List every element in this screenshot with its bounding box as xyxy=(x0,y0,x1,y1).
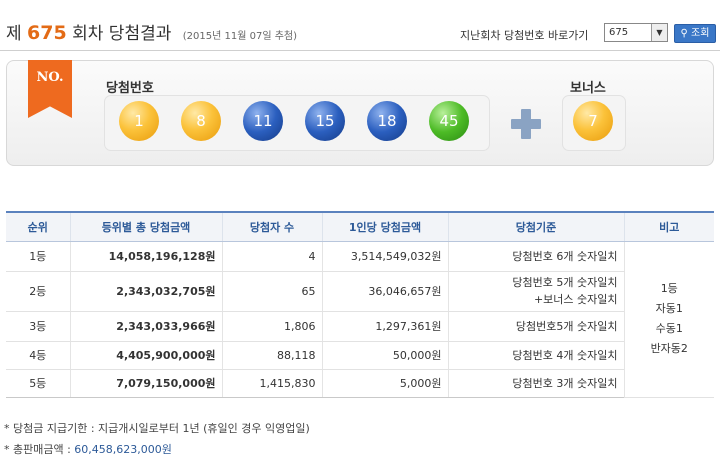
criteria-cell: 당첨번호 4개 숫자일치 xyxy=(447,341,624,370)
criteria-cell: 당첨번호5개 숫자일치 xyxy=(447,311,624,342)
page-header: 제 675 회차 당첨결과 (2015년 11월 07일 추첨) 지난회차 당첨… xyxy=(0,0,720,52)
per-person-cell: 5,000원 xyxy=(321,369,448,398)
total-cell: 2,343,033,966원 xyxy=(69,311,222,342)
header-winners: 당첨자 수 xyxy=(221,211,322,242)
search-button[interactable]: ⚲ 조회 xyxy=(674,24,716,43)
total-sales-value: 60,458,623,000원 xyxy=(74,443,172,456)
table-row: 3등 2,343,033,966원 1,806 1,297,361원 당첨번호5… xyxy=(6,311,714,342)
remark-line: 1등 xyxy=(660,282,678,295)
header-criteria: 당첨기준 xyxy=(447,211,624,242)
prize-table: 순위 등위별 총 당첨금액 당첨자 수 1인당 당첨금액 당첨기준 비고 1등 … xyxy=(6,211,714,398)
table-row: 1등 14,058,196,128원 4 3,514,549,032원 당첨번호… xyxy=(6,241,714,398)
title-prefix: 제 xyxy=(6,24,22,44)
remarks-cell: 1등 자동1 수동1 반자동2 xyxy=(623,241,714,398)
criteria-line: 당첨번호 5개 숫자일치 xyxy=(512,276,618,289)
rank-cell: 4등 xyxy=(6,341,70,370)
title-suffix: 회차 당첨결과 xyxy=(72,24,172,44)
total-sales-note: * 총판매금액 : 60,458,623,000원 xyxy=(4,441,172,456)
criteria-cell: 당첨번호 6개 숫자일치 xyxy=(447,241,624,272)
winners-cell: 88,118 xyxy=(221,341,322,370)
per-person-cell: 3,514,549,032원 xyxy=(321,241,448,272)
remark-line: 자동1 xyxy=(655,302,683,315)
bonus-label: 보너스 xyxy=(570,81,606,96)
header-remarks: 비고 xyxy=(623,211,714,242)
search-icon: ⚲ xyxy=(680,28,688,39)
header-total: 등위별 총 당첨금액 xyxy=(69,211,222,242)
winners-cell: 4 xyxy=(221,241,322,272)
total-cell: 14,058,196,128원 xyxy=(69,241,222,272)
table-row: 4등 4,405,900,000원 88,118 50,000원 당첨번호 4개… xyxy=(6,341,714,370)
draw-date: (2015년 11월 07일 추첨) xyxy=(182,31,298,42)
winners-cell: 65 xyxy=(221,271,322,312)
winners-cell: 1,806 xyxy=(221,311,322,342)
plus-icon xyxy=(511,109,541,139)
ribbon-label: NO. xyxy=(36,70,64,85)
rank-cell: 2등 xyxy=(6,271,70,312)
round-select-value: 675 xyxy=(609,27,629,38)
chevron-down-icon[interactable]: ▼ xyxy=(651,24,667,41)
rank-cell: 3등 xyxy=(6,311,70,342)
remark-line: 반자동2 xyxy=(650,342,688,355)
page-title: 제 675 회차 당첨결과 (2015년 11월 07일 추첨) xyxy=(6,19,297,44)
ball-2: 8 xyxy=(181,101,221,141)
per-person-cell: 50,000원 xyxy=(321,341,448,370)
round-number: 675 xyxy=(27,22,67,44)
rank-cell: 1등 xyxy=(6,241,70,272)
round-select[interactable]: 675 ▼ xyxy=(604,23,668,42)
remark-line: 수동1 xyxy=(655,322,683,335)
winning-numbers-label: 당첨번호 xyxy=(106,81,154,96)
criteria-line: +보너스 숫자일치 xyxy=(533,293,618,306)
total-cell: 4,405,900,000원 xyxy=(69,341,222,370)
criteria-cell: 당첨번호 5개 숫자일치 +보너스 숫자일치 xyxy=(447,271,624,312)
header-divider xyxy=(0,50,720,51)
payout-deadline-note: * 당첨금 지급기한 : 지급개시일로부터 1년 (휴일인 경우 익영업일) xyxy=(4,422,310,435)
header-rank: 순위 xyxy=(6,211,70,242)
per-person-cell: 36,046,657원 xyxy=(321,271,448,312)
ball-3: 11 xyxy=(243,101,283,141)
ball-5: 18 xyxy=(367,101,407,141)
winners-cell: 1,415,830 xyxy=(221,369,322,398)
total-cell: 2,343,032,705원 xyxy=(69,271,222,312)
goto-label: 지난회차 당첨번호 바로가기 xyxy=(460,29,589,42)
rank-cell: 5등 xyxy=(6,369,70,398)
table-header-row: 순위 등위별 총 당첨금액 당첨자 수 1인당 당첨금액 당첨기준 비고 xyxy=(6,211,714,242)
criteria-cell: 당첨번호 3개 숫자일치 xyxy=(447,369,624,398)
table-row: 2등 2,343,032,705원 65 36,046,657원 당첨번호 5개… xyxy=(6,271,714,312)
ball-4: 15 xyxy=(305,101,345,141)
total-sales-label: * 총판매금액 : xyxy=(4,443,75,456)
header-per-person: 1인당 당첨금액 xyxy=(321,211,448,242)
per-person-cell: 1,297,361원 xyxy=(321,311,448,342)
table-row: 5등 7,079,150,000원 1,415,830 5,000원 당첨번호 … xyxy=(6,369,714,398)
ball-6: 45 xyxy=(429,101,469,141)
total-cell: 7,079,150,000원 xyxy=(69,369,222,398)
search-button-label: 조회 xyxy=(691,28,710,39)
bonus-ball: 7 xyxy=(573,101,613,141)
ball-1: 1 xyxy=(119,101,159,141)
